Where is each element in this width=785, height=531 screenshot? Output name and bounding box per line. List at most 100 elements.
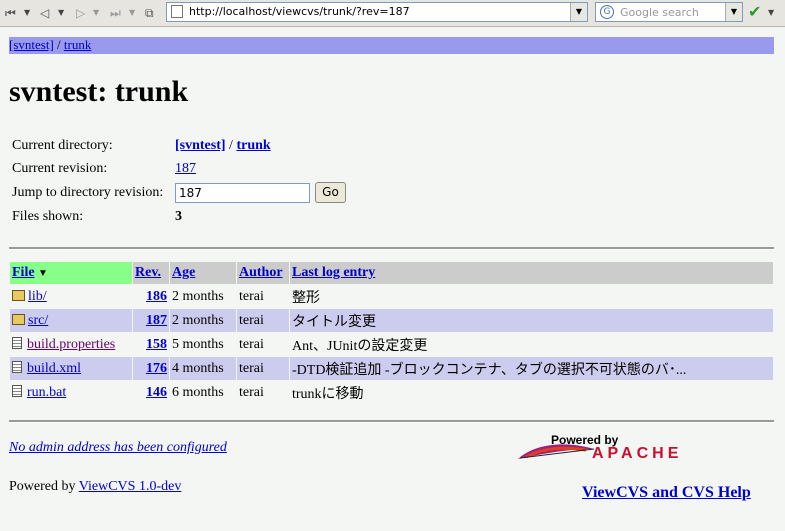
current-revision-link[interactable]: 187 <box>175 161 196 177</box>
log-cell: -DTD検証追加 -ブロックコンテナ、タブの選択不可状態のバ･... <box>290 357 773 380</box>
age-cell: 6 months <box>170 381 236 404</box>
breadcrumb-trunk-link[interactable]: trunk <box>64 37 91 52</box>
folder-icon <box>12 313 25 325</box>
admin-address-link[interactable]: No admin address has been configured <box>9 440 227 456</box>
back-icon[interactable]: ◁ <box>40 4 49 22</box>
col-age[interactable]: Age <box>170 262 236 284</box>
current-directory-separator: / <box>225 138 237 153</box>
breadcrumb-separator: / <box>53 37 64 52</box>
file-link[interactable]: build.xml <box>27 361 81 376</box>
col-file-link[interactable]: File <box>12 265 35 280</box>
table-row: build.xml 176 4 months terai -DTD検証追加 -ブロックコ… <box>10 357 773 380</box>
table-row: run.bat 146 6 months terai trunkに移動 <box>10 381 773 404</box>
file-icon <box>12 336 22 349</box>
search-placeholder: Google search <box>620 6 699 19</box>
back-dropdown-icon[interactable]: ▼ <box>58 4 64 22</box>
browser-toolbar: ⏮ ▼ ◁ ▼ ▷ ▼ ⏭ ▼ ⧉ http://localhost/viewc… <box>0 0 785 27</box>
age-cell: 2 months <box>170 309 236 332</box>
powered-by: Powered by ViewCVS 1.0-dev <box>9 479 181 495</box>
forward-icon[interactable]: ▷ <box>76 4 85 22</box>
address-bar[interactable]: http://localhost/viewcvs/trunk/?rev=187 … <box>166 2 588 22</box>
table-row: src/187 2 months terai タイトル変更 <box>10 309 773 332</box>
col-age-link[interactable]: Age <box>172 265 195 280</box>
col-log[interactable]: Last log entry <box>290 262 773 284</box>
apache-wordmark: APACHE <box>592 445 683 462</box>
files-shown-value: 3 <box>175 209 182 224</box>
author-cell: terai <box>237 309 289 332</box>
go-button[interactable]: Go <box>315 182 346 203</box>
file-link[interactable]: run.bat <box>27 385 66 400</box>
files-shown-label: Files shown: <box>12 209 84 224</box>
file-cell: src/ <box>10 309 132 332</box>
log-cell: trunkに移動 <box>290 381 773 404</box>
file-cell: build.properties <box>10 333 132 356</box>
age-cell: 2 months <box>170 285 236 308</box>
rev-link[interactable]: 158 <box>146 337 167 352</box>
rev-cell: 187 <box>133 309 169 332</box>
file-table: File ▼ Rev. Age Author Last log entry li… <box>9 261 774 405</box>
first-dropdown-icon[interactable]: ▼ <box>24 4 30 22</box>
reload-icon[interactable]: ⧉ <box>145 4 154 22</box>
apache-logo[interactable]: Powered by APACHE <box>516 433 770 465</box>
jump-revision-input[interactable]: 187 <box>175 183 310 203</box>
jump-revision-label: Jump to directory revision: <box>12 185 164 200</box>
page-title: svntest: trunk <box>9 75 189 108</box>
divider-bottom <box>9 420 774 423</box>
col-log-link[interactable]: Last log entry <box>292 265 375 280</box>
col-file[interactable]: File ▼ <box>10 262 132 284</box>
file-cell: run.bat <box>10 381 132 404</box>
col-rev-link[interactable]: Rev. <box>135 265 161 280</box>
first-page-icon[interactable]: ⏮ <box>5 4 16 22</box>
current-directory-value: [svntest] / trunk <box>175 138 271 154</box>
table-row: lib/186 2 months terai 整形 <box>10 285 773 308</box>
rev-cell: 146 <box>133 381 169 404</box>
forward-dropdown-icon[interactable]: ▼ <box>93 4 99 22</box>
file-link[interactable]: src/ <box>28 313 48 328</box>
rev-link[interactable]: 186 <box>146 289 167 304</box>
author-cell: terai <box>237 381 289 404</box>
age-cell: 5 months <box>170 333 236 356</box>
help-link[interactable]: ViewCVS and CVS Help <box>582 484 751 502</box>
search-input[interactable]: G Google search ▼ <box>595 2 743 22</box>
col-author-link[interactable]: Author <box>239 265 283 280</box>
log-cell: タイトル変更 <box>290 309 773 332</box>
viewcvs-link[interactable]: ViewCVS 1.0-dev <box>79 479 182 494</box>
current-directory-label: Current directory: <box>12 138 113 153</box>
breadcrumb-root-link[interactable]: [svntest] <box>9 37 54 52</box>
breadcrumb: [svntest] / trunk <box>9 37 774 54</box>
log-cell: 整形 <box>290 285 773 308</box>
author-cell: terai <box>237 285 289 308</box>
col-author[interactable]: Author <box>237 262 289 284</box>
rev-cell: 158 <box>133 333 169 356</box>
age-cell: 4 months <box>170 357 236 380</box>
table-header-row: File ▼ Rev. Age Author Last log entry <box>10 262 773 284</box>
file-cell: lib/ <box>10 285 132 308</box>
rev-link[interactable]: 146 <box>146 385 167 400</box>
last-page-icon[interactable]: ⏭ <box>110 4 121 22</box>
check-icon[interactable]: ✔ <box>748 2 761 21</box>
check-dropdown-icon[interactable]: ▼ <box>768 4 774 22</box>
rev-link[interactable]: 176 <box>146 361 167 376</box>
rev-link[interactable]: 187 <box>146 313 167 328</box>
search-dropdown-icon[interactable]: ▼ <box>725 3 742 21</box>
file-cell: build.xml <box>10 357 132 380</box>
address-dropdown-icon[interactable]: ▼ <box>570 3 587 21</box>
author-cell: terai <box>237 333 289 356</box>
current-revision-label: Current revision: <box>12 161 108 176</box>
rev-cell: 186 <box>133 285 169 308</box>
table-row: build.properties 158 5 months terai Ant、JUni… <box>10 333 773 356</box>
file-icon <box>12 384 22 397</box>
page-icon <box>171 5 183 18</box>
current-directory-root-link[interactable]: [svntest] <box>175 138 226 153</box>
file-link[interactable]: lib/ <box>28 289 47 304</box>
log-cell: Ant、JUnitの設定変更 <box>290 333 773 356</box>
folder-icon <box>12 289 25 301</box>
powered-by-prefix: Powered by <box>9 479 79 494</box>
file-link[interactable]: build.properties <box>27 337 115 352</box>
col-rev[interactable]: Rev. <box>133 262 169 284</box>
current-directory-trunk-link[interactable]: trunk <box>236 138 270 153</box>
author-cell: terai <box>237 357 289 380</box>
last-dropdown-icon[interactable]: ▼ <box>129 4 135 22</box>
rev-cell: 176 <box>133 357 169 380</box>
file-icon <box>12 360 22 373</box>
